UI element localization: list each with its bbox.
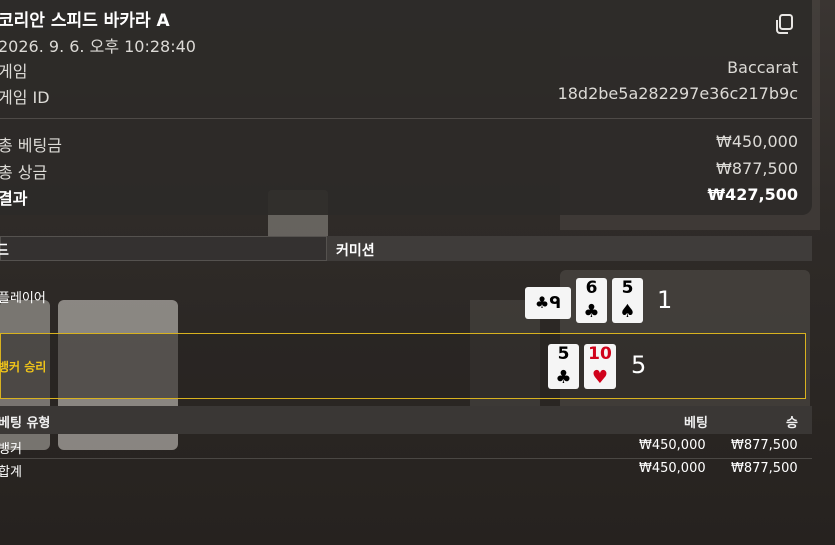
card-rank: ᑫ bbox=[549, 293, 562, 312]
bet-type-cell: 뱅커 bbox=[0, 442, 22, 457]
player-card: 5 ♠ bbox=[612, 278, 643, 323]
player-score: 1 bbox=[657, 286, 673, 314]
player-label: 플레이어 bbox=[0, 291, 46, 306]
player-card-sideways: ♣ᑫ bbox=[525, 287, 571, 319]
round-info-bar: 드 커미션 bbox=[0, 236, 812, 261]
banker-winner-box bbox=[0, 333, 806, 399]
result-row: 결과 ₩427,500 bbox=[0, 185, 798, 208]
commission-label: 커미션 bbox=[336, 243, 375, 259]
player-card: 6 ♣ bbox=[576, 278, 607, 323]
table-row: 뱅커 ₩450,000 ₩877,500 bbox=[0, 435, 812, 457]
banker-score: 5 bbox=[631, 351, 647, 379]
bets-table-header: 베팅 유형 베팅 승 bbox=[0, 406, 812, 434]
banker-win-label: 뱅커 승리 bbox=[0, 360, 47, 374]
copy-icon[interactable] bbox=[773, 13, 795, 35]
game-row: 게임 Baccarat bbox=[0, 58, 798, 81]
total-bet-key: 총 베팅금 bbox=[0, 136, 62, 155]
card-suit: ♣ bbox=[583, 301, 600, 322]
total-payout-row: 총 상금 ₩877,500 bbox=[0, 159, 798, 182]
total-payout-key: 총 상금 bbox=[0, 163, 48, 182]
table-row: 합계 ₩450,000 ₩877,500 bbox=[0, 458, 812, 480]
bet-amount-cell: ₩450,000 bbox=[639, 438, 706, 453]
game-id-row: 게임 ID 18d2be5a282297e36c217b9c bbox=[0, 84, 798, 107]
win-amount-cell: ₩877,500 bbox=[731, 438, 798, 453]
card-suit: ♠ bbox=[619, 301, 636, 322]
total-bet-value: ₩450,000 bbox=[716, 132, 798, 151]
game-value: Baccarat bbox=[727, 58, 798, 77]
bet-header: 베팅 bbox=[684, 416, 708, 431]
divider bbox=[0, 118, 812, 119]
win-header: 승 bbox=[786, 416, 798, 431]
card-rank: 10 bbox=[588, 344, 612, 364]
game-title: 코리안 스피드 바카라 A bbox=[0, 11, 170, 31]
card-suit: ♣ bbox=[534, 293, 550, 312]
result-value: ₩427,500 bbox=[707, 185, 798, 204]
card-suit: ♣ bbox=[555, 367, 572, 388]
card-rank: 5 bbox=[557, 344, 570, 364]
total-bet-row: 총 베팅금 ₩450,000 bbox=[0, 132, 798, 155]
card-rank: 6 bbox=[585, 278, 598, 298]
banker-card: 10 ♥ bbox=[584, 344, 616, 389]
total-payout-value: ₩877,500 bbox=[716, 159, 798, 178]
total-label-cell: 합계 bbox=[0, 465, 22, 480]
result-key: 결과 bbox=[0, 189, 28, 208]
round-mode-cell bbox=[0, 236, 327, 261]
bet-type-header: 베팅 유형 bbox=[0, 416, 51, 431]
game-id-key: 게임 ID bbox=[0, 88, 50, 107]
game-details-panel: 코리안 스피드 바카라 A 2026. 9. 6. 오후 10:28:40 게임… bbox=[0, 0, 812, 215]
game-key: 게임 bbox=[0, 62, 28, 81]
round-mode-label: 드 bbox=[0, 243, 9, 259]
game-datetime: 2026. 9. 6. 오후 10:28:40 bbox=[0, 37, 196, 56]
total-bet-cell: ₩450,000 bbox=[639, 461, 706, 476]
game-id-value[interactable]: 18d2be5a282297e36c217b9c bbox=[558, 84, 798, 103]
banker-card: 5 ♣ bbox=[548, 344, 579, 389]
card-suit: ♥ bbox=[591, 367, 609, 388]
card-rank: 5 bbox=[621, 278, 634, 298]
total-win-cell: ₩877,500 bbox=[731, 461, 798, 476]
